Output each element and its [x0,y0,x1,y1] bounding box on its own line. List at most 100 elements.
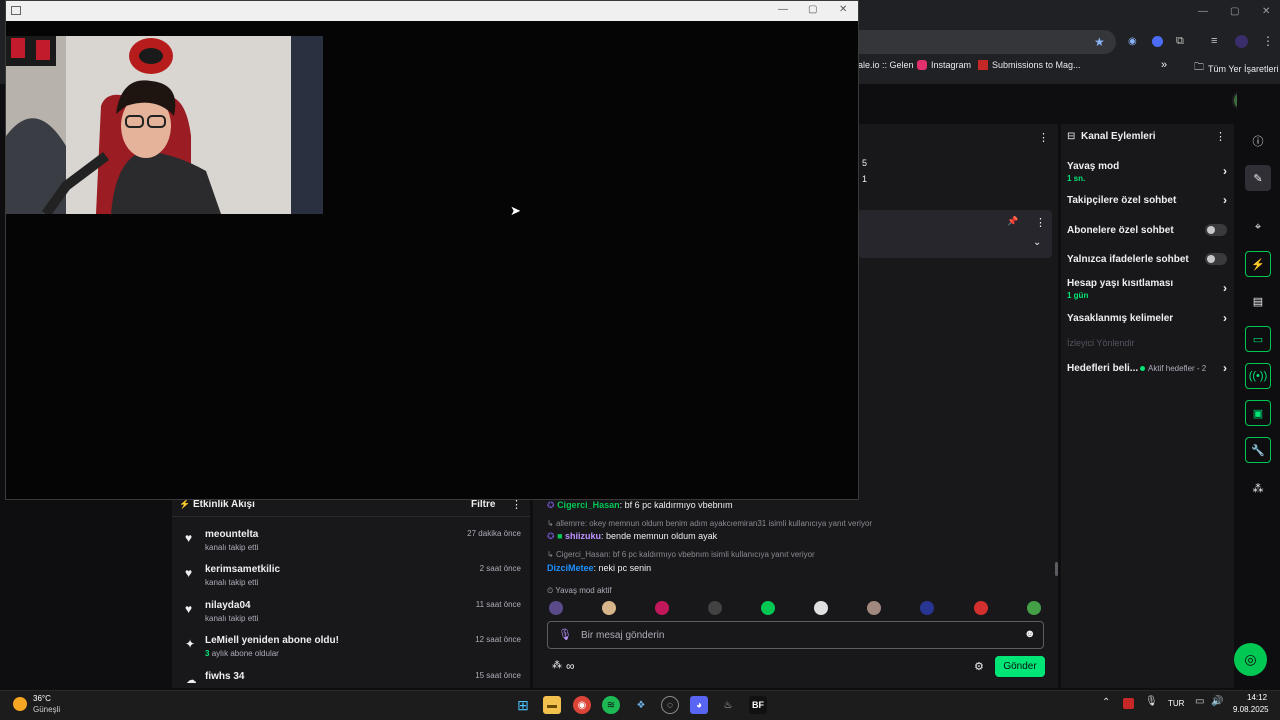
emote-icon[interactable] [708,601,722,615]
weather-temp[interactable]: 36°C [33,694,51,703]
chevron-right-icon: › [1223,361,1227,375]
pin-icon[interactable]: 📌 [1007,216,1018,227]
action-followers-only[interactable]: Takipçilere özel sohbet › [1067,193,1227,207]
info-icon[interactable]: ⓘ [1245,128,1271,154]
emote-icon[interactable] [920,601,934,615]
settings-gear-icon[interactable]: ⚙ [974,660,984,673]
action-label: Hedefleri beli... [1067,363,1139,374]
bookmark-item[interactable]: Instagram [917,60,971,70]
filter-button[interactable]: Filtre [471,499,495,510]
action-account-age[interactable]: Hesap yaşı kısıtlaması 1 gün › [1067,278,1227,300]
document-icon[interactable]: ▤ [1245,288,1271,314]
minimize-icon[interactable]: — [778,4,788,15]
steam-icon[interactable]: ♨ [719,696,737,714]
feed-item[interactable]: ☁ fiwhs 34 15 saat önce [185,671,521,683]
app-icon[interactable]: ❖ [632,696,650,714]
clock-date[interactable]: 9.08.2025 [1233,705,1269,714]
tray-app-icon[interactable] [1123,698,1134,709]
more-bookmarks-icon[interactable]: » [1161,59,1167,71]
emote-icon[interactable] [867,601,881,615]
edit-icon[interactable]: ✎ [1245,165,1271,191]
lightning-icon[interactable]: ⚡ [1245,251,1271,277]
action-emote-only[interactable]: Yalnızca ifadelerle sohbet [1067,253,1227,265]
toggle-switch[interactable] [1205,253,1227,265]
maximize-icon[interactable]: ▢ [1230,6,1239,17]
overlay-window[interactable]: — ▢ ✕ ➤ [5,0,859,500]
clock-time[interactable]: 14:12 [1247,693,1267,702]
bookmark-item[interactable]: Submissions to Mag... [978,60,1081,70]
help-icon[interactable]: ◎ [1234,643,1267,676]
volume-icon[interactable]: 🔊 [1211,696,1223,707]
card-menu-icon[interactable]: ⋮ [1035,216,1046,229]
extension-icon[interactable]: ◉ [1128,36,1137,47]
chevron-down-icon[interactable]: ⌄ [1033,237,1041,248]
tray-chevron-icon[interactable]: ⌃ [1102,697,1110,708]
weather-sun-icon[interactable] [13,697,27,711]
microphone-icon[interactable]: 🎙 [1145,696,1158,707]
infinity-icon[interactable]: ∞ [566,659,575,673]
pinned-card[interactable] [858,210,1052,258]
emote-icon[interactable] [974,601,988,615]
broadcast-icon[interactable]: ((•)) [1245,363,1271,389]
action-subscribers-only[interactable]: Abonelere özel sohbet [1067,224,1227,236]
spotify-icon[interactable]: ≋ [602,696,620,714]
weather-desc[interactable]: Güneşli [33,705,60,714]
address-bar[interactable] [858,30,1116,54]
badge-icon: ✪ [547,531,555,541]
folder-icon: 🗀 [1194,62,1204,73]
toggle-switch[interactable] [1205,224,1227,236]
close-icon[interactable]: ✕ [839,4,847,15]
emote-icon[interactable] [1027,601,1041,615]
action-goals[interactable]: Hedefleri beli... Aktif hedefler - 2 › [1067,361,1227,375]
panel-menu-icon[interactable]: ⋮ [1038,131,1049,144]
network-icon[interactable]: ▭ [1195,696,1204,707]
extensions-icon[interactable]: ⁂ [1245,475,1271,501]
battlefield-icon[interactable]: BF [749,696,767,714]
chat-bubble-icon[interactable]: ▭ [1245,326,1271,352]
bookmark-item[interactable]: ale.io :: Gelen [858,60,914,70]
action-slow-mode[interactable]: Yavaş mod 1 sn. › [1067,161,1227,183]
emote-icon[interactable] [549,601,563,615]
profile-avatar[interactable] [1235,35,1248,48]
chat-username[interactable]: Cigerci_Hasan [557,500,620,510]
language-indicator[interactable]: TUR [1168,699,1184,708]
minimize-icon[interactable]: — [1198,6,1208,17]
lightning-icon: ⚡ [179,499,191,509]
close-icon[interactable]: ✕ [1262,6,1270,17]
bits-icon[interactable]: ⁂ [552,660,562,671]
emote-icon[interactable] [655,601,669,615]
microphone-icon[interactable]: 🎙 [558,628,572,641]
window-titlebar[interactable]: — ▢ ✕ [6,1,858,21]
star-icon[interactable]: ★ [1094,35,1105,49]
scrollbar[interactable] [1055,562,1058,576]
send-button[interactable]: Gönder [995,656,1045,677]
extensions-puzzle-icon[interactable]: ⧉ [1176,35,1184,48]
obs-icon[interactable]: ◌ [661,696,679,714]
discord-icon[interactable]: ◕ [690,696,708,714]
chat-input[interactable]: 🎙 Bir mesaj gönderin ☻ [547,621,1044,649]
all-bookmarks[interactable]: 🗀 Tüm Yer İşaretleri [1194,60,1279,77]
extension-icon[interactable] [1152,36,1163,47]
panel-menu-icon[interactable]: ⋮ [1215,130,1226,143]
wrench-icon[interactable]: 🔧 [1245,437,1271,463]
chat-username[interactable]: DizciMetee [547,563,594,573]
maximize-icon[interactable]: ▢ [808,4,817,15]
layout-icon[interactable]: ▣ [1245,400,1271,426]
file-explorer-icon[interactable]: ▬ [543,696,561,714]
emote-icon[interactable] [761,601,775,615]
chat-username[interactable]: shiizuku [565,531,601,541]
menu-kebab-icon[interactable]: ⋮ [1262,34,1274,48]
badge-icon: ■ [557,531,563,541]
chat-message: ✪ ■ shiizuku: bende memnun oldum ayak [547,531,718,541]
clip-icon[interactable]: ⌖ [1245,214,1271,240]
chevron-right-icon: › [1223,311,1227,325]
reading-list-icon[interactable]: ≡ [1211,35,1217,47]
action-label: Hesap yaşı kısıtlaması [1067,278,1174,289]
emote-icon[interactable] [814,601,828,615]
windows-start-icon[interactable]: ⊞ [514,696,532,714]
emote-icon[interactable] [602,601,616,615]
chevron-right-icon: › [1223,164,1227,178]
action-banned-words[interactable]: Yasaklanmış kelimeler › [1067,311,1227,325]
chrome-icon[interactable]: ◉ [573,696,591,714]
emoji-icon[interactable]: ☻ [1024,628,1036,640]
